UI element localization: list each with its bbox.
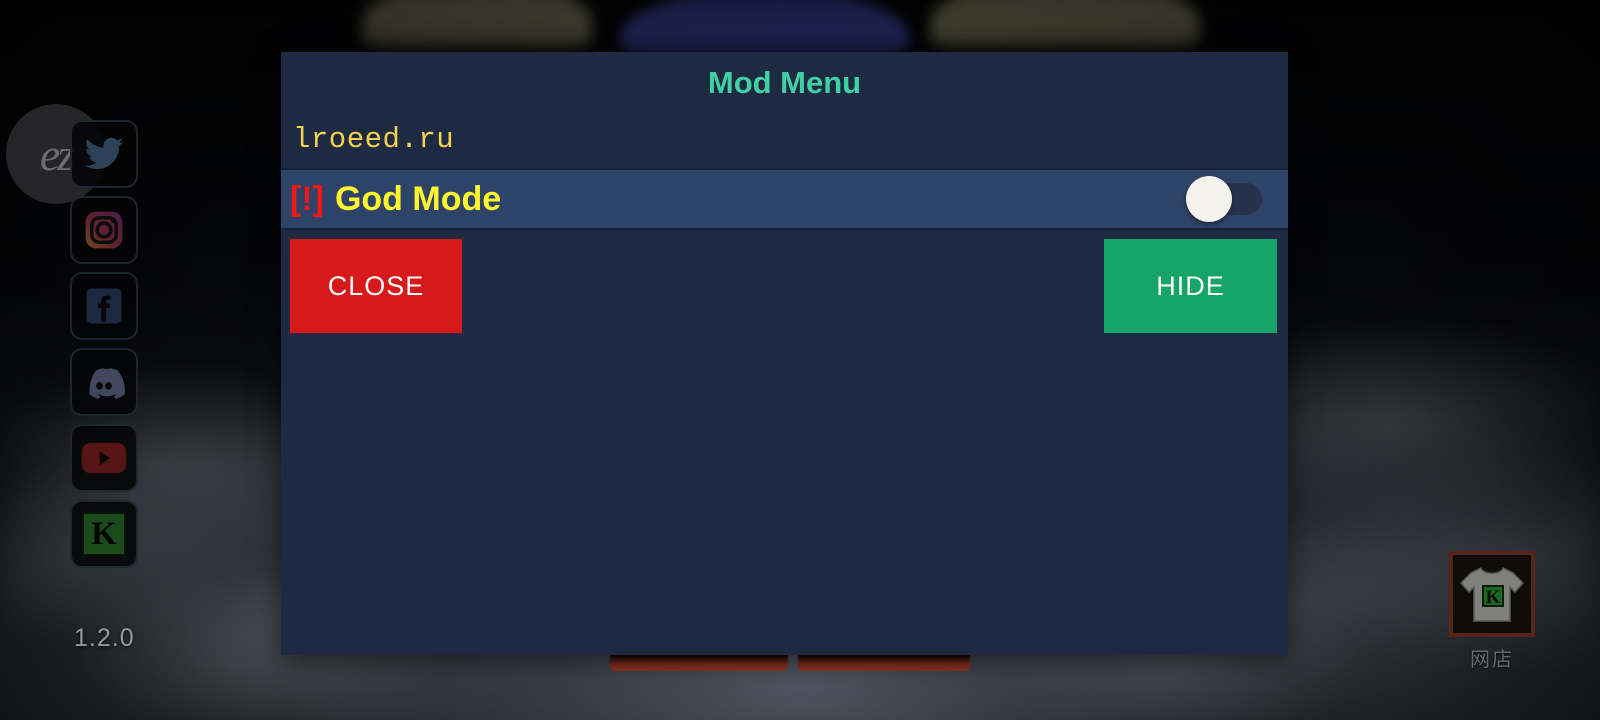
god-mode-toggle[interactable] [1186, 176, 1262, 222]
hide-button[interactable]: HIDE [1104, 239, 1277, 333]
toggle-thumb [1186, 176, 1232, 222]
version-label: 1.2.0 [74, 624, 135, 652]
option-label-group: [!] God Mode [290, 182, 501, 216]
twitter-icon [83, 133, 125, 175]
facebook-icon [83, 285, 125, 327]
social-button-instagram[interactable] [70, 196, 138, 264]
option-row-god-mode[interactable]: [!] God Mode [281, 168, 1288, 230]
kick-icon: K [82, 512, 126, 556]
shop-label: 网店 [1470, 649, 1514, 671]
social-button-youtube[interactable] [70, 424, 138, 492]
youtube-icon [81, 441, 127, 475]
instagram-icon [83, 209, 125, 251]
svg-text:K: K [1486, 587, 1501, 608]
watermark-text: ez [39, 128, 75, 180]
game-screen: ez K 1.2.0 K 网店 Mod Menu lroeed.ru [!] G… [0, 0, 1600, 720]
social-button-twitter[interactable] [70, 120, 138, 188]
social-button-facebook[interactable] [70, 272, 138, 340]
social-links-rail: K [70, 120, 138, 568]
background-pillar-left [362, 0, 592, 48]
option-label-god-mode: God Mode [334, 180, 502, 218]
background-pillar-right [930, 0, 1200, 48]
shop-tshirt-icon: K [1449, 551, 1535, 637]
close-button[interactable]: CLOSE [290, 239, 462, 333]
background-character [620, 0, 910, 58]
mod-menu-dialog: Mod Menu lroeed.ru [!] God Mode CLOSE HI… [281, 52, 1288, 655]
social-button-discord[interactable] [70, 348, 138, 416]
shop-button[interactable]: K 网店 [1446, 551, 1538, 672]
dialog-title: Mod Menu [707, 65, 862, 100]
warning-icon: [!] [290, 180, 324, 218]
dialog-actions: CLOSE HIDE [281, 230, 1288, 333]
discord-icon [82, 360, 126, 404]
social-button-kick[interactable]: K [70, 500, 138, 568]
dialog-url-text: lroeed.ru [293, 122, 455, 156]
